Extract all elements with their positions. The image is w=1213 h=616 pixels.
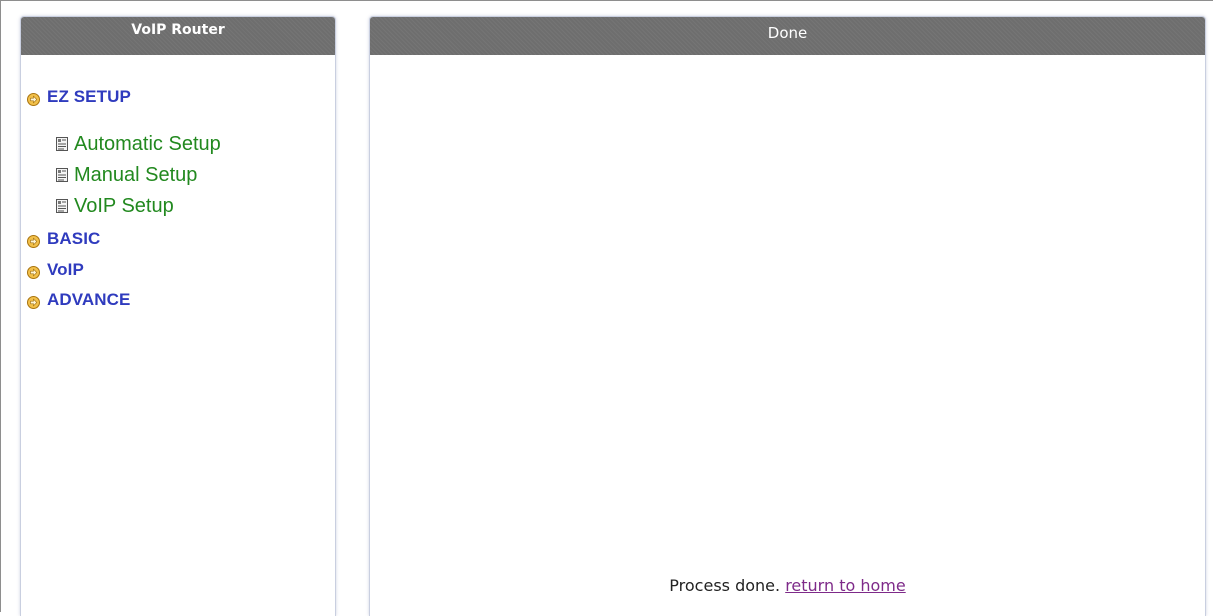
- status-text: Process done.: [669, 576, 781, 595]
- menu-section-label: ADVANCE: [47, 290, 131, 309]
- return-home-link[interactable]: return to home: [785, 576, 906, 595]
- main-header: Done: [370, 17, 1205, 55]
- menu-item-label: Automatic Setup: [74, 132, 221, 155]
- sidebar-header: VoIP Router: [21, 17, 335, 55]
- arrow-right-circle-icon: [27, 233, 40, 248]
- sidebar-panel: VoIP Router EZ SETUP Automatic Setup Man…: [20, 16, 336, 616]
- menu-section-label: EZ SETUP: [47, 87, 131, 106]
- menu-item-manual-setup[interactable]: Manual Setup: [55, 162, 197, 188]
- menu-section-advance[interactable]: ADVANCE: [27, 289, 131, 311]
- status-message: Process done. return to home: [369, 576, 1206, 595]
- arrow-right-circle-icon: [27, 294, 40, 309]
- menu-section-label: BASIC: [47, 229, 101, 248]
- menu-section-label: VoIP: [47, 260, 84, 279]
- menu-item-automatic-setup[interactable]: Automatic Setup: [55, 131, 221, 157]
- menu-section-basic[interactable]: BASIC: [27, 228, 100, 250]
- document-icon: [55, 198, 69, 214]
- arrow-right-circle-icon: [27, 91, 40, 106]
- menu-section-voip[interactable]: VoIP: [27, 259, 84, 281]
- menu-section-ez-setup[interactable]: EZ SETUP: [27, 86, 131, 108]
- main-panel: Done: [369, 16, 1206, 616]
- document-icon: [55, 136, 69, 152]
- menu-item-label: VoIP Setup: [74, 194, 174, 217]
- menu-item-label: Manual Setup: [74, 163, 198, 186]
- menu-item-voip-setup[interactable]: VoIP Setup: [55, 193, 174, 219]
- arrow-right-circle-icon: [27, 264, 40, 279]
- document-icon: [55, 167, 69, 183]
